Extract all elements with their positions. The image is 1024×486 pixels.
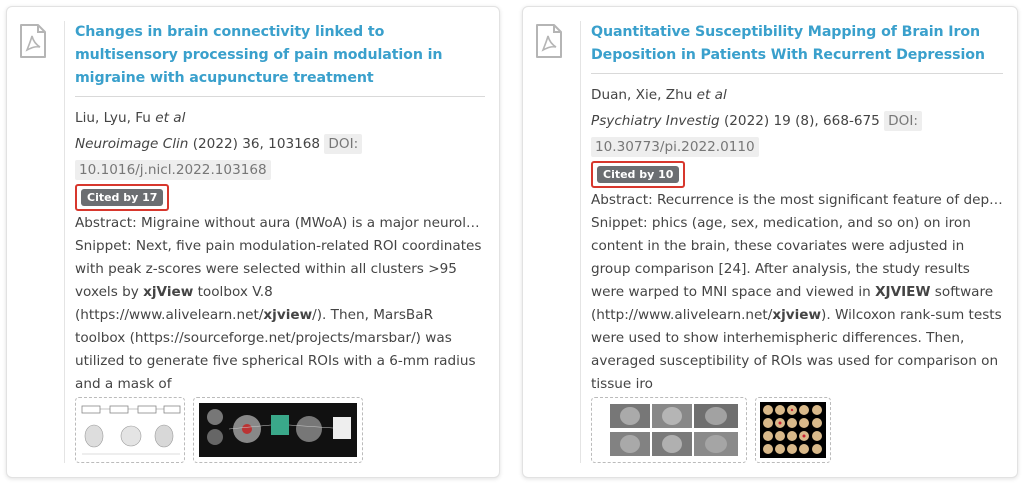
journal-name: Neuroimage Clin — [75, 136, 189, 152]
doi-link[interactable]: 10.1016/j.nicl.2022.103168 — [75, 160, 271, 180]
article-journal: Neuroimage Clin (2022) 36, 103168 DOI: — [75, 133, 485, 156]
article-authors: Liu, Lyu, Fu et al — [75, 110, 186, 126]
figure-thumbnail-connectivity[interactable] — [193, 397, 363, 463]
cited-by-badge[interactable]: Cited by 10 — [597, 166, 680, 183]
article-title-link[interactable]: Changes in brain connectivity linked to … — [75, 21, 485, 97]
cited-by-badge[interactable]: Cited by 17 — [81, 189, 164, 206]
article-title-link[interactable]: Quantitative Susceptibility Mapping of B… — [591, 21, 1003, 74]
cited-by-highlight: Cited by 17 — [75, 184, 170, 211]
article-abstract: Abstract: Migraine without aura (MWoA) i… — [75, 215, 485, 231]
pdf-icon[interactable] — [535, 23, 563, 59]
pdf-icon[interactable] — [19, 23, 47, 59]
figure-thumbnail-mri[interactable] — [591, 397, 747, 463]
figure-thumbnail-brain-grid[interactable] — [755, 397, 831, 463]
article-card: Changes in brain connectivity linked to … — [6, 6, 500, 478]
divider — [64, 21, 65, 463]
article-card: Quantitative Susceptibility Mapping of B… — [522, 6, 1018, 478]
cited-by-highlight: Cited by 10 — [591, 161, 686, 188]
doi-link[interactable]: 10.30773/pi.2022.0110 — [591, 137, 759, 157]
divider — [580, 21, 581, 463]
article-journal: Psychiatry Investig (2022) 19 (8), 668-6… — [591, 110, 1003, 133]
doi-label: DOI: — [884, 111, 922, 131]
article-abstract: Abstract: Recurrence is the most signifi… — [591, 192, 1003, 208]
article-authors: Duan, Xie, Zhu et al — [591, 87, 727, 103]
article-snippet: Snippet: phics (age, sex, medication, an… — [591, 215, 1002, 392]
journal-name: Psychiatry Investig — [591, 113, 720, 129]
doi-label: DOI: — [324, 134, 363, 154]
article-snippet: Snippet: Next, five pain modulation-rela… — [75, 238, 482, 392]
figure-thumbnail-flowchart[interactable] — [75, 397, 185, 463]
